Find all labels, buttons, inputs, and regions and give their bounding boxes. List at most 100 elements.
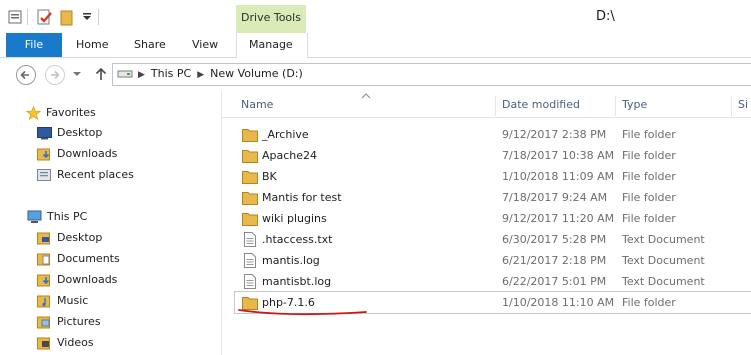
title-bar bbox=[0, 0, 751, 33]
column-divider[interactable] bbox=[731, 96, 732, 116]
file-type: File folder bbox=[622, 212, 676, 225]
properties-check-icon[interactable] bbox=[36, 9, 54, 27]
file-type: Text Document bbox=[622, 254, 705, 267]
new-folder-icon[interactable] bbox=[59, 9, 75, 27]
column-header-size[interactable]: Si bbox=[738, 93, 748, 117]
file-row[interactable]: wiki plugins 9/12/2017 11:20 AM File fol… bbox=[235, 208, 751, 229]
breadcrumb: ▶ This PC ▶ New Volume (D:) bbox=[138, 63, 303, 84]
folder-icon bbox=[242, 192, 258, 205]
file-date-modified: 7/18/2017 9:24 AM bbox=[502, 191, 608, 204]
desktop-folder-icon bbox=[37, 232, 50, 245]
file-name: wiki plugins bbox=[262, 212, 327, 225]
tab-view[interactable]: View bbox=[192, 33, 218, 57]
file-type: File folder bbox=[622, 296, 676, 309]
nav-this-pc-label: This PC bbox=[47, 210, 88, 223]
file-row[interactable]: mantisbt.log 6/22/2017 5:01 PM Text Docu… bbox=[235, 271, 751, 292]
text-document-icon bbox=[244, 274, 256, 289]
nav-item-label: Downloads bbox=[57, 147, 118, 160]
file-date-modified: 6/21/2017 2:18 PM bbox=[502, 254, 607, 267]
file-date-modified: 6/22/2017 5:01 PM bbox=[502, 275, 607, 288]
column-headers: Name Date modified Type Si bbox=[222, 93, 751, 118]
column-header-name[interactable]: Name bbox=[241, 93, 273, 117]
folder-icon bbox=[242, 150, 258, 163]
column-divider[interactable] bbox=[495, 96, 496, 116]
nav-item-label: Desktop bbox=[57, 231, 103, 244]
sort-ascending-icon bbox=[361, 93, 371, 99]
qa-divider bbox=[98, 9, 99, 25]
nav-item-label: Videos bbox=[57, 336, 94, 349]
file-date-modified: 9/12/2017 2:38 PM bbox=[502, 128, 607, 141]
nav-item-label: Documents bbox=[57, 252, 120, 265]
folder-icon bbox=[242, 129, 258, 142]
text-document-icon bbox=[244, 232, 256, 247]
breadcrumb-this-pc[interactable]: This PC bbox=[151, 67, 191, 80]
file-name: .htaccess.txt bbox=[262, 233, 333, 246]
favorites-star-icon bbox=[26, 106, 41, 120]
file-name: mantisbt.log bbox=[262, 275, 332, 288]
tab-share[interactable]: Share bbox=[134, 33, 166, 57]
file-name: Mantis for test bbox=[262, 191, 342, 204]
pictures-folder-icon bbox=[37, 316, 50, 329]
folder-icon bbox=[242, 213, 258, 226]
customize-qa-dropdown-icon[interactable] bbox=[82, 12, 92, 22]
drive-tools-context-label: Drive Tools bbox=[236, 5, 306, 33]
file-name: mantis.log bbox=[262, 254, 320, 267]
qa-divider bbox=[27, 9, 28, 25]
file-name: _Archive bbox=[262, 128, 309, 141]
downloads-folder-icon bbox=[37, 148, 50, 161]
tab-manage[interactable]: Manage bbox=[249, 33, 293, 57]
breadcrumb-separator-icon: ▶ bbox=[138, 70, 145, 80]
recent-places-icon bbox=[37, 169, 51, 181]
tab-home[interactable]: Home bbox=[76, 33, 108, 57]
file-row[interactable]: _Archive 9/12/2017 2:38 PM File folder bbox=[235, 124, 751, 145]
ribbon-tabs bbox=[0, 33, 751, 58]
column-header-date-modified[interactable]: Date modified bbox=[502, 93, 580, 117]
file-type: File folder bbox=[622, 149, 676, 162]
file-row[interactable]: Apache24 7/18/2017 10:38 AM File folder bbox=[235, 145, 751, 166]
music-folder-icon bbox=[37, 295, 50, 308]
nav-item-label: Desktop bbox=[57, 126, 103, 139]
breadcrumb-new-volume[interactable]: New Volume (D:) bbox=[210, 67, 303, 80]
drive-icon bbox=[117, 70, 133, 78]
breadcrumb-separator-icon: ▶ bbox=[197, 70, 205, 80]
file-type: File folder bbox=[622, 128, 676, 141]
nav-item-label: Music bbox=[57, 294, 89, 307]
column-header-type[interactable]: Type bbox=[622, 93, 647, 117]
navigation-pane: Favorites Desktop Downloads Recent place… bbox=[0, 91, 222, 355]
nav-favorites-label: Favorites bbox=[46, 106, 96, 119]
tab-file[interactable]: File bbox=[6, 33, 62, 57]
file-row[interactable]: mantis.log 6/21/2017 2:18 PM Text Docume… bbox=[235, 250, 751, 271]
file-date-modified: 1/10/2018 11:10 AM bbox=[502, 296, 615, 309]
forward-button[interactable] bbox=[44, 64, 66, 86]
red-underline-annotation bbox=[238, 309, 367, 316]
folder-icon bbox=[242, 171, 258, 184]
file-type: File folder bbox=[622, 191, 676, 204]
column-divider[interactable] bbox=[615, 96, 616, 116]
file-date-modified: 1/10/2018 11:09 AM bbox=[502, 170, 615, 183]
file-date-modified: 7/18/2017 10:38 AM bbox=[502, 149, 615, 162]
file-type: File folder bbox=[622, 170, 676, 183]
file-name: Apache24 bbox=[262, 149, 318, 162]
file-date-modified: 9/12/2017 11:20 AM bbox=[502, 212, 615, 225]
downloads-folder-icon bbox=[37, 274, 50, 287]
nav-item-label: Recent places bbox=[57, 168, 134, 181]
nav-item-label: Pictures bbox=[57, 315, 101, 328]
nav-item-label: Downloads bbox=[57, 273, 118, 286]
computer-icon bbox=[27, 210, 42, 223]
desktop-icon bbox=[37, 127, 52, 140]
videos-folder-icon bbox=[37, 337, 50, 350]
file-date-modified: 6/30/2017 5:28 PM bbox=[502, 233, 607, 246]
back-button[interactable] bbox=[15, 64, 37, 86]
properties-icon[interactable] bbox=[7, 9, 23, 25]
recent-locations-dropdown-icon[interactable] bbox=[72, 70, 82, 78]
text-document-icon bbox=[244, 253, 256, 268]
window-title: D:\ bbox=[596, 9, 615, 24]
file-name: BK bbox=[262, 170, 277, 183]
file-row[interactable]: BK 1/10/2018 11:09 AM File folder bbox=[235, 166, 751, 187]
documents-folder-icon bbox=[37, 253, 50, 266]
file-row[interactable]: .htaccess.txt 6/30/2017 5:28 PM Text Doc… bbox=[235, 229, 751, 250]
file-row[interactable]: Mantis for test 7/18/2017 9:24 AM File f… bbox=[235, 187, 751, 208]
file-type: Text Document bbox=[622, 233, 705, 246]
file-type: Text Document bbox=[622, 275, 705, 288]
up-arrow-icon[interactable] bbox=[93, 66, 109, 82]
